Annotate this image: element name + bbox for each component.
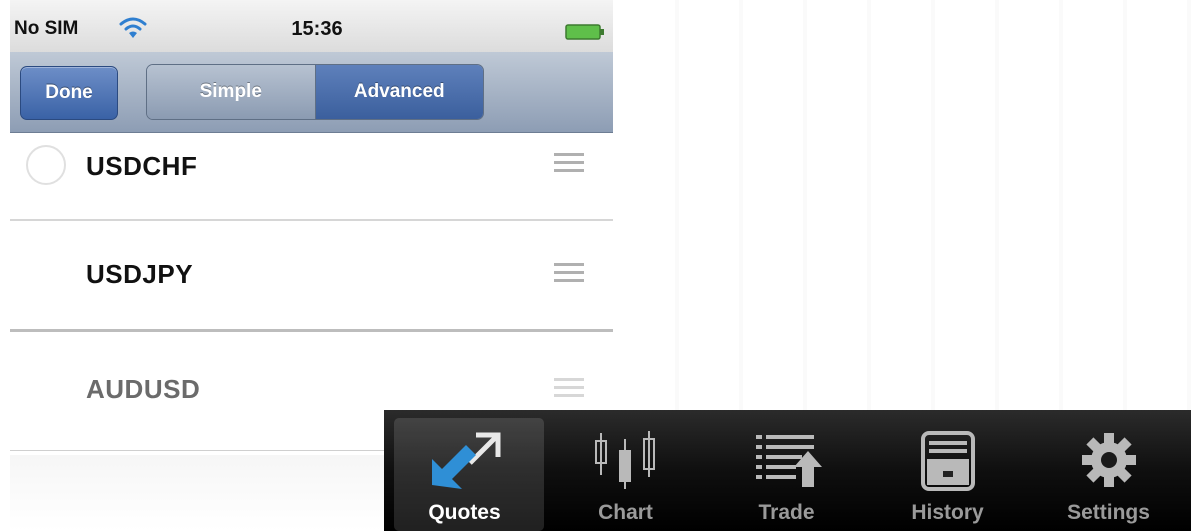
navigation-bar: Done Simple Advanced — [10, 52, 613, 133]
tab-label: Quotes — [428, 501, 501, 524]
candlestick-chart-icon — [594, 431, 655, 489]
background-ghost — [615, 0, 1191, 410]
archive-box-icon — [920, 431, 975, 491]
mode-segmented-control: Simple Advanced — [146, 64, 484, 120]
delete-toggle-circle[interactable] — [26, 145, 66, 185]
tab-label: Chart — [598, 501, 653, 524]
segment-advanced[interactable]: Advanced — [315, 65, 483, 119]
tab-settings[interactable]: Settings — [1028, 410, 1189, 531]
tab-quotes[interactable]: Quotes — [384, 410, 545, 531]
done-button[interactable]: Done — [20, 66, 118, 120]
status-time: 15:36 — [291, 18, 343, 40]
tab-label: History — [911, 501, 984, 524]
tab-label: Trade — [758, 501, 815, 524]
quote-symbol: USDJPY — [86, 259, 194, 289]
carrier-label: No SIM — [14, 18, 79, 39]
tab-label: Settings — [1067, 501, 1150, 524]
battery-icon — [565, 24, 604, 40]
quote-row[interactable]: USDJPY — [10, 221, 613, 332]
wifi-icon — [119, 17, 147, 38]
quote-symbol: USDCHF — [86, 151, 198, 181]
quotes-edit-list: USDCHF USDJPY AUDUSD — [10, 133, 613, 451]
tab-history[interactable]: History — [867, 410, 1028, 531]
reorder-grip-icon[interactable] — [554, 378, 584, 398]
trade-list-icon — [755, 435, 822, 487]
quote-symbol: AUDUSD — [86, 374, 201, 404]
segment-simple[interactable]: Simple — [147, 65, 316, 119]
tab-trade[interactable]: Trade — [706, 410, 867, 531]
gear-icon — [1081, 433, 1136, 487]
quotes-arrows-icon — [431, 432, 500, 489]
quote-row[interactable]: USDCHF — [10, 133, 613, 221]
tab-chart[interactable]: Chart — [545, 410, 706, 531]
reorder-grip-icon[interactable] — [554, 263, 584, 283]
tab-bar: Quotes Chart Trade History Settings — [384, 410, 1191, 531]
status-bar: No SIM 15:36 — [10, 0, 613, 53]
reorder-grip-icon[interactable] — [554, 153, 584, 173]
